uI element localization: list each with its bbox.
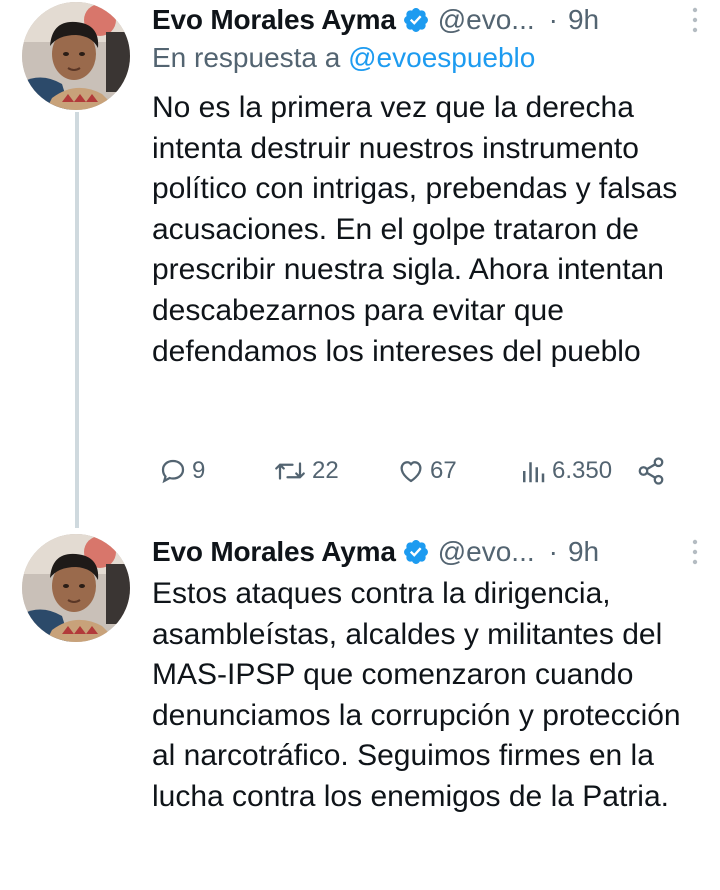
separator-dot: · — [548, 4, 558, 35]
retweet-icon — [275, 462, 305, 480]
verified-badge-icon — [403, 8, 428, 32]
retweet-button[interactable]: 22 — [272, 453, 339, 489]
handle[interactable]: @evo... — [438, 4, 535, 36]
handle[interactable]: @evo... — [438, 536, 535, 568]
share-button[interactable] — [636, 453, 666, 489]
reply-context: En respuesta a @evoespueblo — [152, 42, 535, 74]
reply-button[interactable]: 9 — [158, 453, 205, 489]
separator-dot: · — [548, 536, 558, 567]
tweet-text: Estos ataques contra la dirigencia, asam… — [152, 577, 681, 813]
tweet[interactable]: Evo Morales Ayma @evo... · 9h Estos ataq… — [0, 532, 720, 890]
tweet-actions: 9 22 67 6.350 — [152, 453, 692, 489]
analytics-icon — [523, 462, 545, 483]
share-icon — [638, 457, 664, 485]
reply-to-handle-link[interactable]: @evoespueblo — [348, 42, 535, 73]
avatar[interactable] — [22, 534, 130, 642]
retweet-count: 22 — [312, 457, 339, 484]
verified-badge-icon — [403, 540, 428, 564]
thread-connector-line — [75, 112, 79, 528]
like-button[interactable]: 67 — [396, 453, 457, 489]
tweet[interactable]: Evo Morales Ayma @evo... · 9h En respues… — [0, 0, 720, 530]
reply-prefix: En respuesta a — [152, 42, 341, 73]
view-count: 6.350 — [552, 457, 613, 484]
more-options-icon[interactable] — [690, 536, 700, 568]
tweet-header: Evo Morales Ayma @evo... · 9h — [152, 0, 700, 40]
display-name[interactable]: Evo Morales Ayma — [152, 536, 396, 568]
tweet-header: Evo Morales Ayma @evo... · 9h — [152, 532, 700, 572]
avatar-photo — [22, 2, 130, 110]
views-button[interactable]: 6.350 — [518, 453, 612, 489]
reply-count: 9 — [192, 457, 206, 484]
heart-icon — [400, 461, 422, 483]
timestamp[interactable]: 9h — [568, 4, 599, 36]
display-name[interactable]: Evo Morales Ayma — [152, 4, 396, 36]
avatar-photo — [22, 534, 130, 642]
timestamp[interactable]: 9h — [568, 536, 599, 568]
avatar[interactable] — [22, 2, 130, 110]
reply-icon — [161, 459, 185, 484]
like-count: 67 — [430, 457, 457, 484]
tweet-text: No es la primera vez que la derecha inte… — [152, 91, 678, 368]
more-options-icon[interactable] — [690, 4, 700, 36]
